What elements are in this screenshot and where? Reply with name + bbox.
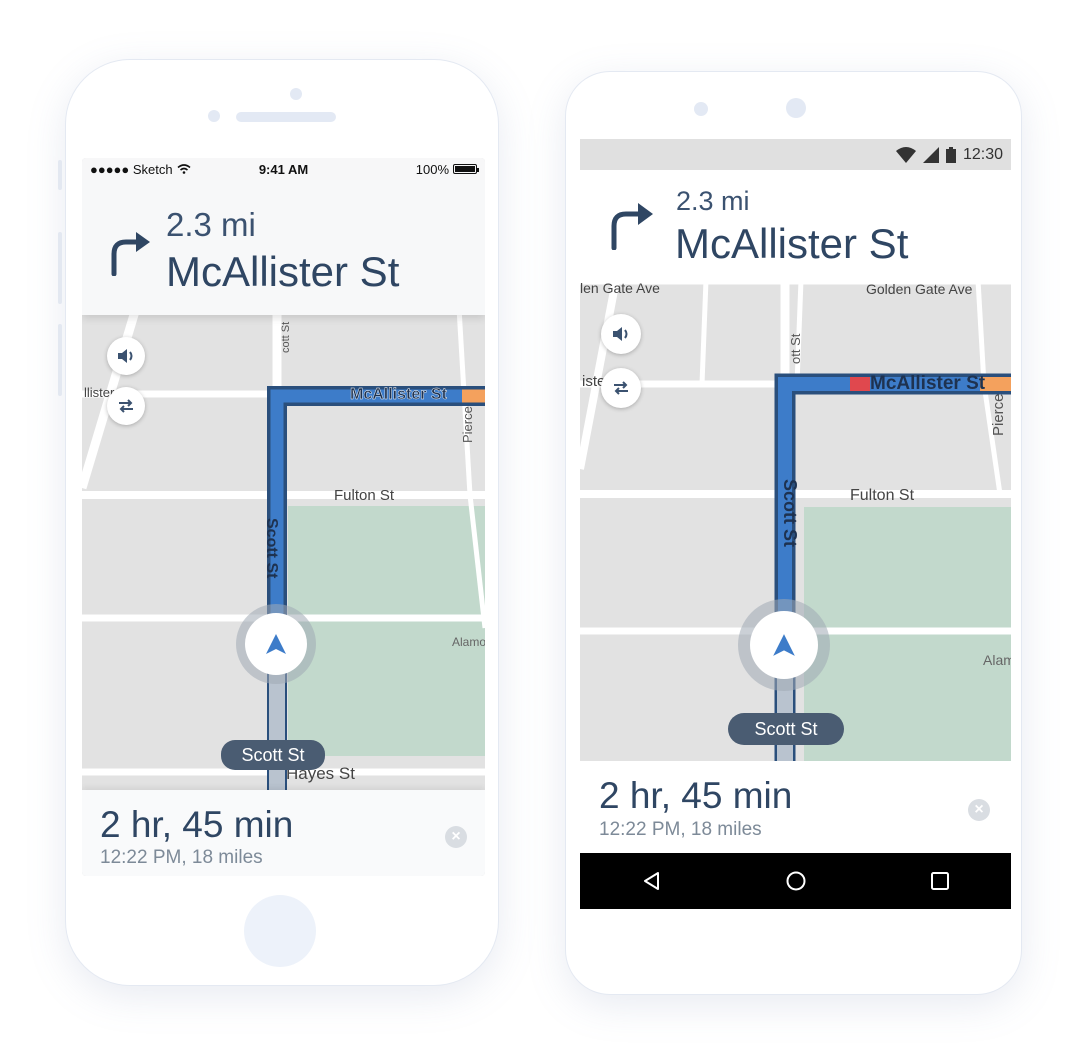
route-overview-button[interactable] bbox=[601, 368, 641, 408]
trip-summary-card[interactable]: 2 hr, 45 min 12:22 PM, 18 miles × bbox=[82, 790, 485, 876]
route-overview-button[interactable] bbox=[107, 387, 145, 425]
street-label-mcallister: McAllister St bbox=[870, 373, 986, 394]
ios-status-bar: ●●●●● Sketch 9:41 AM 100% bbox=[82, 158, 485, 180]
turn-distance: 2.3 mi bbox=[166, 206, 256, 243]
park-area bbox=[288, 506, 485, 756]
current-street-pill: Scott St bbox=[221, 740, 325, 770]
street-label-fulton: Fulton St bbox=[850, 487, 915, 504]
android-status-bar: 12:30 bbox=[580, 139, 1011, 170]
android-navigation-bar bbox=[580, 853, 1011, 909]
front-camera bbox=[786, 98, 806, 118]
street-label-scott-top: cott St bbox=[280, 321, 292, 353]
sensor bbox=[694, 102, 708, 116]
street-label-golden-gate-left: len Gate Ave bbox=[580, 280, 660, 296]
battery-icon bbox=[945, 146, 956, 163]
current-location-puck bbox=[738, 599, 830, 691]
back-icon[interactable] bbox=[642, 871, 662, 891]
street-label-scott-top: ott St bbox=[788, 333, 803, 364]
route-options-icon bbox=[119, 399, 133, 413]
front-camera bbox=[290, 88, 302, 100]
turn-right-icon bbox=[111, 232, 150, 276]
street-label-fulton: Fulton St bbox=[334, 487, 395, 504]
route-options-icon bbox=[614, 381, 628, 395]
android-screen: len Gate Ave Golden Gate Ave McAllister … bbox=[580, 139, 1011, 909]
area-label-alamo: Alamo bbox=[452, 635, 485, 649]
street-label-pierce: Pierce bbox=[990, 393, 1007, 436]
area-label-alamo: Alam bbox=[983, 652, 1011, 668]
earpiece-speaker bbox=[236, 112, 336, 122]
volume-up-button bbox=[58, 232, 62, 304]
carrier-signal: ●●●●● Sketch bbox=[90, 161, 173, 177]
trip-summary-card[interactable]: 2 hr, 45 min 12:22 PM, 18 miles × bbox=[580, 761, 1011, 853]
mute-audio-button[interactable] bbox=[107, 337, 145, 375]
navigation-arrow-icon bbox=[266, 634, 286, 654]
eta-details: 12:22 PM, 18 miles bbox=[599, 819, 762, 840]
close-icon[interactable]: × bbox=[445, 826, 467, 848]
eta-details: 12:22 PM, 18 miles bbox=[100, 847, 263, 868]
current-location-puck bbox=[236, 604, 316, 684]
speaker-icon bbox=[613, 327, 628, 341]
wifi-icon bbox=[177, 164, 191, 174]
current-street-pill: Scott St bbox=[728, 713, 844, 745]
recents-icon[interactable] bbox=[930, 871, 950, 891]
turn-street-name: McAllister St bbox=[166, 248, 400, 295]
battery-icon bbox=[453, 164, 479, 174]
turn-street-name: McAllister St bbox=[675, 220, 909, 267]
street-label-mcallister: McAllister St bbox=[350, 386, 447, 403]
wifi-icon bbox=[895, 146, 916, 163]
ios-screen: McAllister St llister Scott St cott St F… bbox=[82, 158, 485, 876]
battery-percent: 100% bbox=[415, 161, 449, 177]
status-time: 9:41 AM bbox=[258, 161, 309, 177]
street-label-pierce: Pierce bbox=[460, 406, 475, 443]
eta-duration: 2 hr, 45 min bbox=[100, 804, 294, 845]
home-icon[interactable] bbox=[785, 870, 807, 892]
turn-instruction-card[interactable]: 2.3 mi McAllister St bbox=[82, 180, 485, 315]
volume-down-button bbox=[58, 324, 62, 396]
street-label-golden-gate-right: Golden Gate Ave bbox=[866, 281, 973, 297]
speaker-icon bbox=[118, 349, 133, 363]
turn-right-icon bbox=[611, 203, 653, 250]
mute-switch bbox=[58, 160, 62, 190]
turn-distance: 2.3 mi bbox=[676, 186, 750, 216]
sensor bbox=[208, 110, 220, 122]
mute-audio-button[interactable] bbox=[601, 314, 641, 354]
cellular-signal-icon bbox=[922, 146, 939, 163]
eta-duration: 2 hr, 45 min bbox=[599, 775, 793, 816]
turn-instruction-card[interactable]: 2.3 mi McAllister St bbox=[580, 170, 1011, 280]
street-label-scott-vertical: Scott St bbox=[263, 518, 280, 579]
navigation-arrow-icon bbox=[773, 634, 795, 656]
close-icon[interactable]: × bbox=[968, 799, 990, 821]
street-label-scott-vertical: Scott St bbox=[780, 479, 800, 548]
status-time: 12:30 bbox=[962, 145, 1003, 163]
home-button[interactable] bbox=[244, 895, 316, 967]
